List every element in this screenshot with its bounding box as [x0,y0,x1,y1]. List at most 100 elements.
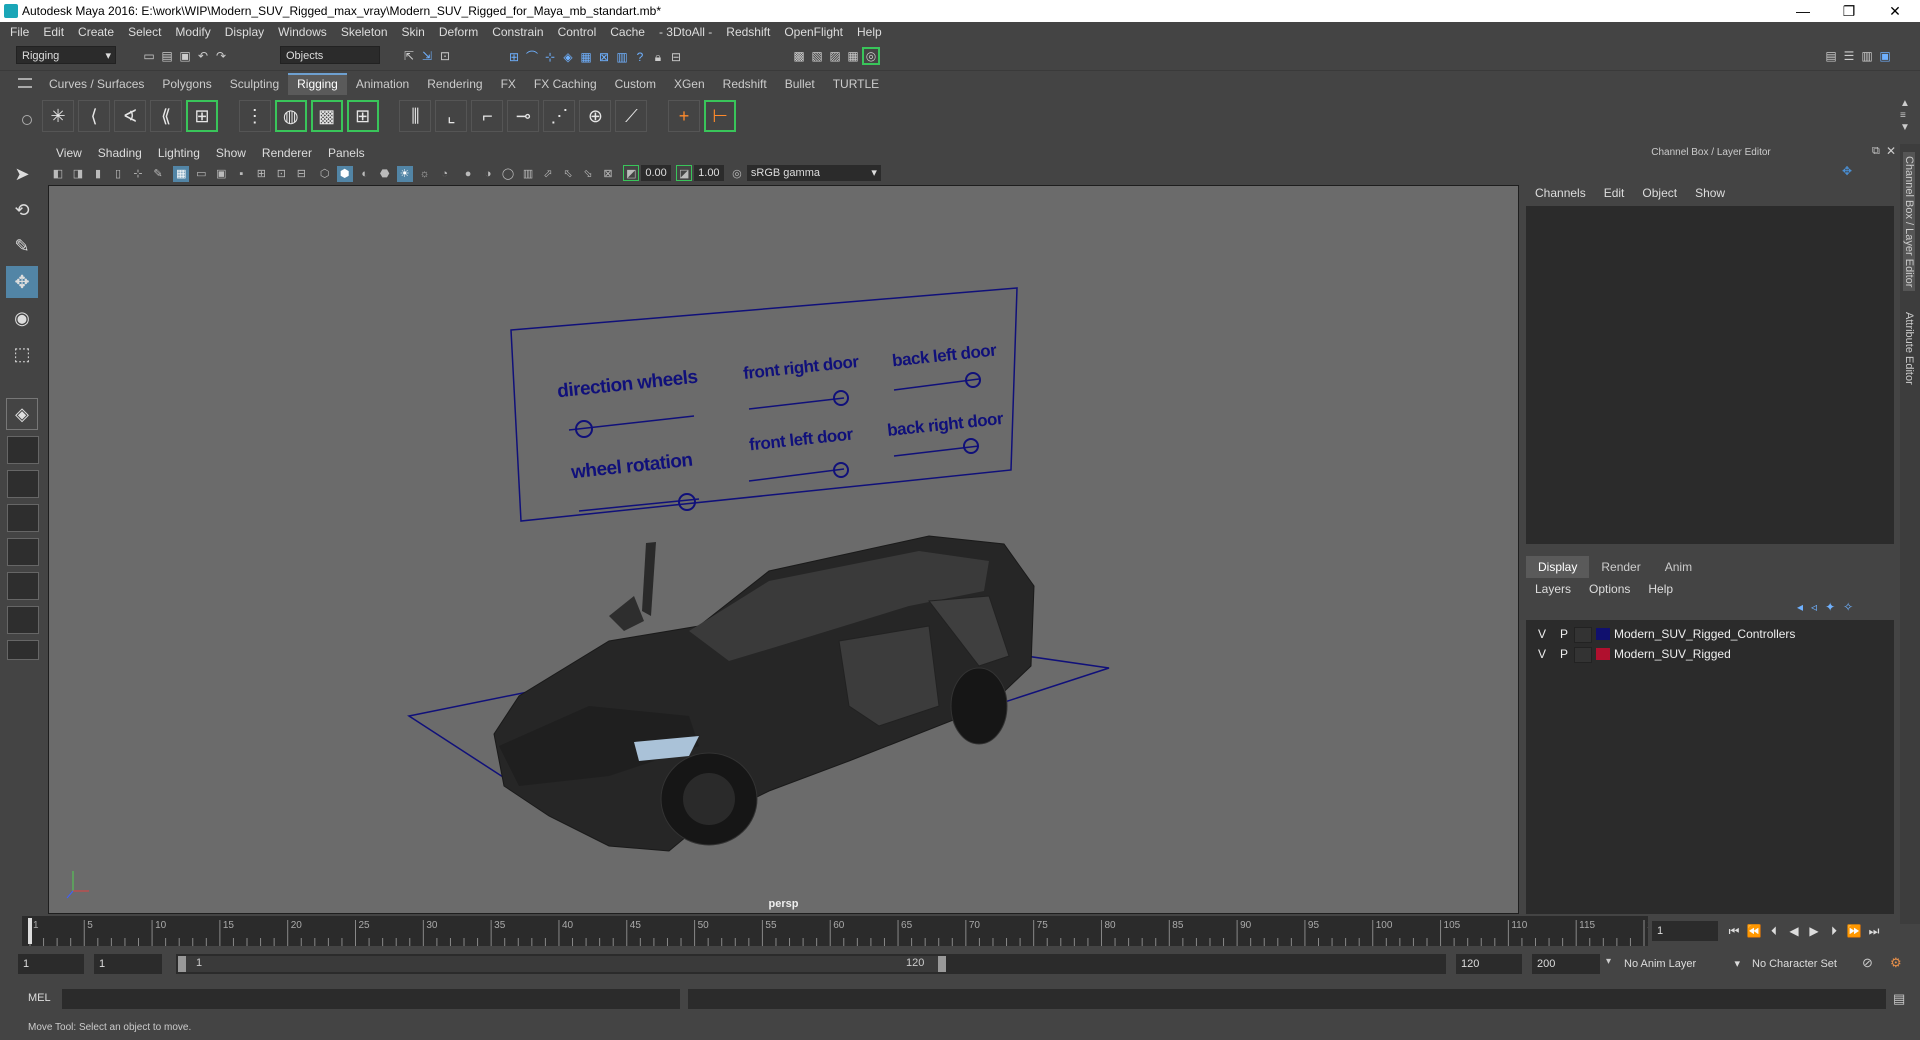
tab-rendering[interactable]: Rendering [418,74,491,94]
cluster-icon[interactable]: ⋮ [238,100,271,132]
use-all-lights-icon[interactable]: ☀ [396,166,413,182]
new-layer-icon[interactable]: ✦ [1825,600,1843,614]
grid-toggle-icon[interactable]: ▦ [173,166,190,182]
lock-icon[interactable]: 🔒︎ [649,48,667,66]
new-layer-selected-icon[interactable]: ✧ [1843,600,1861,614]
locator-icon[interactable]: ⊞ [186,100,218,132]
layer-display-type[interactable] [1574,627,1592,643]
bind-skin-icon[interactable]: ⫼ [399,100,432,132]
menu-file[interactable]: File [0,22,36,42]
current-time-marker[interactable] [28,918,32,944]
shelf-settings-icon[interactable] [22,115,32,125]
animation-preferences-icon[interactable]: ⚙︎ [1890,955,1902,971]
menu-openflight[interactable]: OpenFlight [777,22,850,42]
pole-vector-icon[interactable]: ⟋ [615,100,648,132]
shadows-icon[interactable]: ☼ [417,166,433,182]
ik-handle-icon[interactable]: ⟨ [78,100,110,132]
add-attribute-icon[interactable]: + [668,100,701,132]
play-back-icon[interactable]: ◀ [1784,921,1804,941]
render-settings-icon[interactable]: ▦ [844,47,862,65]
chevron-down-icon[interactable]: ▾ [1606,956,1611,967]
range-slider-bar[interactable] [178,956,946,972]
move-tool-icon[interactable]: ✥ [6,266,38,298]
menu-deform[interactable]: Deform [432,22,485,42]
orient-constraint-icon[interactable]: ⊸ [507,100,540,132]
viewport[interactable]: direction wheels front right door back l… [48,185,1519,914]
xray-joints-icon[interactable]: ⬁ [560,166,576,182]
exposure-field[interactable]: 0.00 [641,165,671,181]
modeling-toolkit-icon[interactable]: ▤ [1822,47,1840,65]
camera-select-icon[interactable]: ◧ [50,166,66,182]
rotate-tool-icon[interactable]: ◉ [6,302,38,334]
side-tab-attribute-editor[interactable]: Attribute Editor [1903,312,1915,385]
four-view-layout-icon[interactable] [7,470,39,498]
hypershade-layout-icon[interactable] [7,572,39,600]
menu-show[interactable]: Show [1686,184,1734,202]
current-frame-field[interactable]: 1 [1652,921,1718,941]
playback-end-field[interactable]: 120 [1456,954,1522,974]
open-scene-icon[interactable]: ▤ [158,47,176,65]
menu-layers[interactable]: Layers [1526,580,1580,598]
menu-help[interactable]: Help [850,22,889,42]
exposure-icon[interactable]: ◩ [623,165,640,181]
close-panel-icon[interactable]: ✕ [1886,144,1896,158]
command-input[interactable] [62,989,680,1009]
select-component-icon[interactable]: ⊡ [436,47,454,65]
gamma-field[interactable]: 1.00 [694,165,724,181]
scale-constraint-icon[interactable]: ⋰ [543,100,576,132]
tab-custom[interactable]: Custom [606,74,665,94]
isolate-select-icon[interactable]: ▥ [520,166,536,182]
hypershade-icon[interactable]: ◎ [862,47,880,65]
gate-mask-icon[interactable]: ▪ [233,166,249,182]
undo-icon[interactable]: ↶ [194,47,212,65]
render-frame-icon[interactable]: ▧ [808,47,826,65]
safe-action-icon[interactable]: ⊡ [273,166,289,182]
script-editor-icon[interactable]: ▤ [1893,991,1905,1007]
step-forward-key-icon[interactable]: ⏩ [1844,921,1864,941]
channel-box-toggle-icon[interactable]: ▣ [1876,47,1894,65]
side-tab-channel-box[interactable]: Channel Box / Layer Editor [1903,152,1915,292]
viewport-menu-panels[interactable]: Panels [320,144,373,162]
lasso-tool-icon[interactable]: ⟲ [6,194,38,226]
snap-surface-icon[interactable]: ▦ [577,48,595,66]
menu-windows[interactable]: Windows [271,22,334,42]
menu-redshift[interactable]: Redshift [719,22,777,42]
tab-turtle[interactable]: TURTLE [824,74,888,94]
tab-polygons[interactable]: Polygons [153,74,220,94]
layer-playback-toggle[interactable]: P [1560,624,1568,644]
menu-display[interactable]: Display [218,22,271,42]
float-panel-icon[interactable]: ⧉ [1872,145,1880,158]
attribute-editor-toggle-icon[interactable]: ☰ [1840,47,1858,65]
motion-blur-icon[interactable]: ● [460,166,476,182]
menu-skeleton[interactable]: Skeleton [334,22,395,42]
step-back-key-icon[interactable]: ⏪ [1744,921,1764,941]
tab-curves-surfaces[interactable]: Curves / Surfaces [40,74,153,94]
redo-icon[interactable]: ↷ [212,47,230,65]
save-scene-icon[interactable]: ▣ [176,47,194,65]
tab-bullet[interactable]: Bullet [776,74,824,94]
go-to-start-icon[interactable]: ⏮ [1724,921,1744,941]
anim-layer-dropdown[interactable]: No Anim Layer ▾ [1624,954,1744,974]
menu-3dtoall[interactable]: - 3DtoAll - [652,22,719,42]
move-layer-up-icon[interactable]: ◂ [1797,600,1811,614]
menu-create[interactable]: Create [71,22,121,42]
color-management-icon[interactable]: ◎ [729,166,745,182]
custom-layout-icon[interactable] [7,606,39,634]
anim-start-field[interactable]: 1 [18,954,84,974]
snap-point-icon[interactable]: ⊹ [541,48,559,66]
image-plane-icon[interactable]: ▯ [110,166,126,182]
menu-constrain[interactable]: Constrain [485,22,550,42]
tab-animation[interactable]: Animation [347,74,418,94]
screen-space-ao-icon[interactable]: ◔ [437,166,453,182]
resolution-gate-icon[interactable]: ▣ [213,166,229,182]
menu-edit[interactable]: Edit [36,22,71,42]
minimize-button[interactable]: — [1780,0,1826,22]
point-constraint-icon[interactable]: ⌐ [471,100,504,132]
set-driven-key-icon[interactable]: ⊢ [704,100,737,132]
menu-options[interactable]: Options [1580,580,1639,598]
layer-row[interactable]: V P Modern_SUV_Rigged [1530,644,1890,664]
viewport-menu-view[interactable]: View [48,144,90,162]
range-slider[interactable]: 1 120 [176,954,1446,974]
tool-settings-icon[interactable]: ▥ [1858,47,1876,65]
tab-xgen[interactable]: XGen [665,74,714,94]
